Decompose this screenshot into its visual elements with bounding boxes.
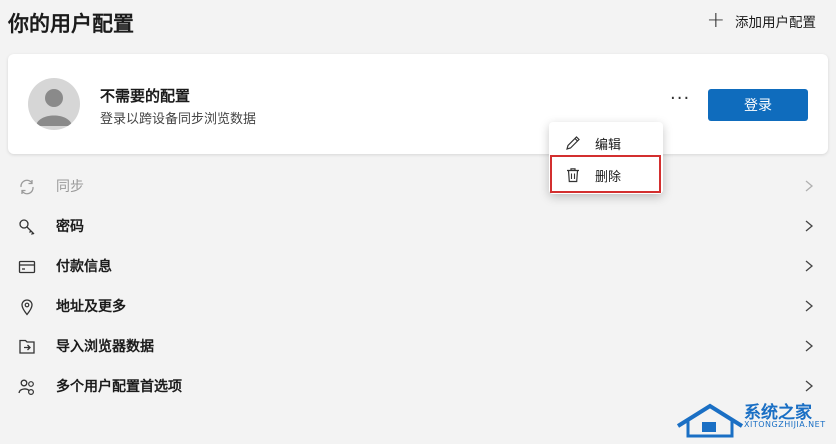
delete-highlight-box bbox=[550, 155, 661, 193]
page-title: 你的用户配置 bbox=[8, 12, 134, 36]
sidebar-item-passwords[interactable]: 密码 bbox=[0, 206, 836, 246]
import-label: 导入浏览器数据 bbox=[56, 339, 154, 355]
key-icon bbox=[19, 219, 35, 235]
more-options-button[interactable]: ··· bbox=[670, 88, 690, 109]
location-pin-icon bbox=[21, 299, 33, 316]
payment-label: 付款信息 bbox=[56, 259, 112, 275]
profile-card: 不需要的配置 登录以跨设备同步浏览数据 ··· 登录 bbox=[8, 54, 828, 154]
sync-label: 同步 bbox=[56, 179, 84, 195]
passwords-label: 密码 bbox=[56, 219, 84, 235]
sign-in-button[interactable]: 登录 bbox=[708, 89, 808, 121]
sidebar-item-import[interactable]: 导入浏览器数据 bbox=[0, 326, 836, 366]
multi-profile-label: 多个用户配置首选项 bbox=[56, 379, 182, 395]
edit-menu-item[interactable]: 编辑 bbox=[549, 128, 663, 158]
watermark-subtext: XITONGZHIJIA.NET bbox=[744, 420, 826, 429]
people-settings-icon bbox=[18, 379, 35, 396]
addresses-label: 地址及更多 bbox=[56, 299, 126, 315]
plus-icon: + bbox=[706, 8, 725, 33]
sidebar-item-payment[interactable]: 付款信息 bbox=[0, 246, 836, 286]
chevron-right-icon bbox=[805, 220, 814, 232]
profile-name: 不需要的配置 bbox=[100, 87, 191, 105]
pencil-icon bbox=[566, 136, 580, 150]
avatar bbox=[28, 78, 80, 130]
chevron-right-icon bbox=[805, 300, 814, 312]
add-profile-label: 添加用户配置 bbox=[735, 15, 816, 31]
chevron-right-icon bbox=[805, 180, 814, 192]
chevron-right-icon bbox=[805, 260, 814, 272]
sync-icon bbox=[20, 179, 34, 195]
chevron-right-icon bbox=[805, 340, 814, 352]
sidebar-item-sync[interactable]: 同步 bbox=[0, 166, 836, 206]
card-icon bbox=[18, 260, 36, 274]
add-profile-button[interactable]: + 添加用户配置 bbox=[707, 10, 816, 32]
edit-label: 编辑 bbox=[595, 137, 622, 153]
chevron-right-icon bbox=[805, 380, 814, 392]
person-icon bbox=[36, 89, 72, 126]
import-icon bbox=[19, 339, 35, 354]
sidebar-item-addresses[interactable]: 地址及更多 bbox=[0, 286, 836, 326]
profile-subtitle: 登录以跨设备同步浏览数据 bbox=[100, 112, 257, 127]
